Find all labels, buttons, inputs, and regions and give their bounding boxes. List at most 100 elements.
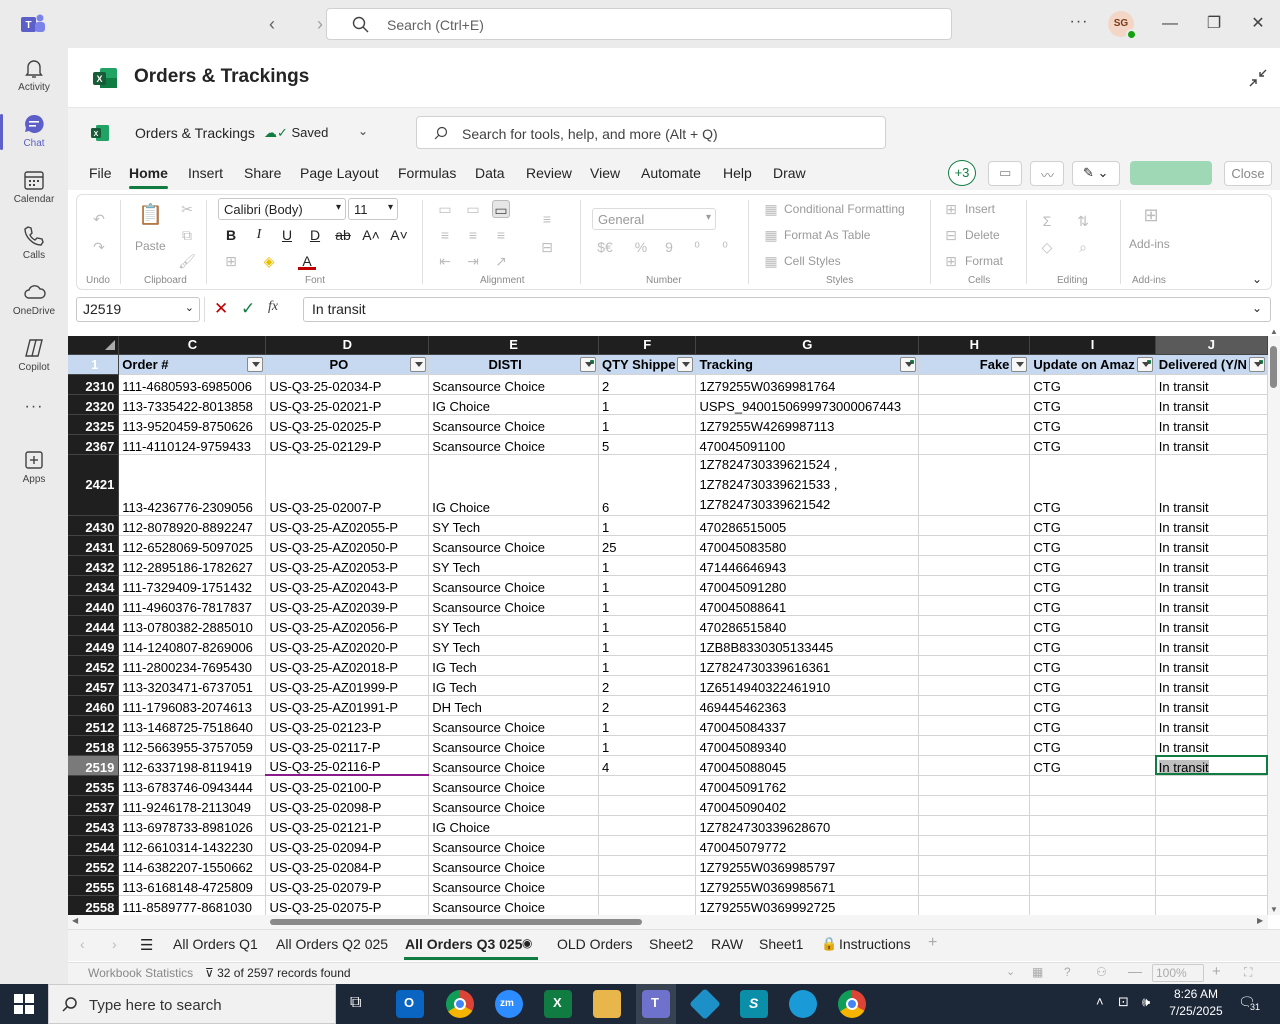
table-cell[interactable]: IG Choice [428, 815, 599, 836]
rail-item-apps[interactable]: Apps [0, 440, 68, 496]
filter-dropdown-icon[interactable] [677, 356, 694, 372]
table-cell[interactable]: Scansource Choice [428, 895, 599, 915]
sort-filter-icon[interactable]: ⇅ [1074, 212, 1092, 230]
selected-cell[interactable]: In transit [1155, 755, 1268, 776]
table-cell[interactable]: US-Q3-25-AZ02056-P [265, 615, 430, 636]
table-cell[interactable]: 111-7329409-1751432 [118, 575, 267, 596]
table-cell[interactable]: Scansource Choice [428, 595, 599, 616]
percent-icon[interactable]: % [632, 238, 650, 256]
coauthors-count[interactable]: +3 [948, 160, 976, 186]
chevron-up-icon[interactable]: ˄ [1096, 994, 1104, 1009]
table-cell[interactable] [1155, 815, 1268, 836]
redo-icon[interactable]: ↷ [90, 238, 108, 256]
table-cell[interactable] [918, 835, 1031, 856]
table-cell[interactable]: In transit [1155, 635, 1268, 656]
align-middle-icon[interactable]: ▭ [464, 200, 482, 218]
table-cell[interactable]: 113-6978733-8981026 [118, 815, 267, 836]
table-cell[interactable]: US-Q3-25-02094-P [265, 835, 430, 856]
table-cell[interactable]: DH Tech [428, 695, 599, 716]
decrease-decimal-icon[interactable]: ⁰ [716, 238, 734, 256]
table-cell[interactable]: 111-1796083-2074613 [118, 695, 267, 716]
table-cell[interactable]: 1 [598, 595, 697, 616]
edge-icon[interactable] [789, 990, 817, 1018]
table-cell[interactable]: 470045088045 [695, 755, 920, 776]
underline-icon[interactable]: U [278, 226, 296, 244]
row-header[interactable]: 2519 [68, 755, 120, 776]
table-cell[interactable] [598, 895, 697, 915]
table-cell[interactable]: US-Q3-25-02117-P [265, 735, 430, 756]
table-cell[interactable] [1155, 775, 1268, 796]
column-header[interactable]: F [598, 336, 697, 355]
table-cell[interactable]: In transit [1155, 715, 1268, 736]
table-cell[interactable]: 1Z79255W0369981764 [695, 374, 920, 395]
row-header[interactable]: 2430 [68, 515, 120, 536]
table-cell[interactable]: 111-9246178-2113049 [118, 795, 267, 816]
table-cell[interactable]: 470045090402 [695, 795, 920, 816]
volume-icon[interactable]: 🕪 [1142, 994, 1150, 1010]
table-cell[interactable]: CTG [1029, 535, 1156, 556]
horizontal-scroll-thumb[interactable] [270, 919, 642, 925]
table-cell[interactable]: 113-9520459-8750626 [118, 414, 267, 435]
table-cell[interactable]: 1 [598, 615, 697, 636]
row-header[interactable]: 2558 [68, 895, 120, 915]
cut-icon[interactable]: ✂ [178, 200, 196, 218]
table-cell[interactable] [1029, 815, 1156, 836]
table-cell[interactable]: US-Q3-25-02079-P [265, 875, 430, 896]
table-cell[interactable] [598, 815, 697, 836]
prev-sheet-icon[interactable]: ‹ [80, 936, 85, 952]
table-cell[interactable]: 112-8078920-8892247 [118, 515, 267, 536]
table-cell[interactable] [918, 434, 1031, 455]
row-header[interactable]: 2552 [68, 855, 120, 876]
table-cell[interactable] [918, 394, 1031, 415]
filter-active-icon[interactable] [580, 356, 596, 372]
table-cell[interactable]: CTG [1029, 414, 1156, 435]
excel-search-input[interactable]: Search for tools, help, and more (Alt + … [416, 116, 886, 149]
share-button[interactable] [1130, 161, 1212, 185]
row-header[interactable]: 2457 [68, 675, 120, 696]
bold-icon[interactable]: B [222, 226, 240, 244]
table-cell[interactable]: CTG [1029, 555, 1156, 576]
align-right-icon[interactable]: ≡ [492, 226, 510, 244]
column-header[interactable]: I [1029, 336, 1156, 355]
spreadsheet-grid[interactable]: C D E F G H I J 1 Order # PO DISTI QTY Shippe Trackin… [68, 336, 1268, 915]
table-cell[interactable]: SY Tech [428, 615, 599, 636]
table-cell[interactable]: 1 [598, 655, 697, 676]
table-cell[interactable] [918, 454, 1031, 516]
taskbar-clock[interactable]: 8:26 AM 7/25/2025 [1160, 986, 1232, 1020]
table-cell[interactable] [598, 855, 697, 876]
table-cell[interactable]: IG Choice [428, 394, 599, 415]
row-header[interactable]: 2325 [68, 414, 120, 435]
table-cell[interactable]: 113-7335422-8013858 [118, 394, 267, 415]
fill-color-icon[interactable]: ◈ [260, 252, 278, 270]
decrease-font-icon[interactable]: A˅ [390, 226, 408, 244]
zoom-app-icon[interactable]: zm [495, 990, 523, 1018]
double-underline-icon[interactable]: D [306, 226, 324, 244]
table-cell[interactable]: 1 [598, 575, 697, 596]
table-cell[interactable] [598, 795, 697, 816]
row-header[interactable]: 2444 [68, 615, 120, 636]
table-cell[interactable]: 1 [598, 735, 697, 756]
row-header[interactable]: 2518 [68, 735, 120, 756]
table-cell[interactable]: 111-8589777-8681030 [118, 895, 267, 915]
table-cell[interactable]: US-Q3-25-02034-P [265, 374, 430, 395]
table-cell[interactable]: 112-2895186-1782627 [118, 555, 267, 576]
tab-review[interactable]: Review [526, 165, 572, 181]
table-cell[interactable] [1029, 835, 1156, 856]
sheet-tab[interactable]: All Orders Q1 [173, 936, 258, 952]
table-cell[interactable]: CTG [1029, 394, 1156, 415]
table-cell[interactable] [918, 815, 1031, 836]
table-cell[interactable]: US-Q3-25-02123-P [265, 715, 430, 736]
network-icon[interactable]: ⊡ [1118, 994, 1129, 1010]
scroll-down-icon[interactable]: ▼ [1270, 905, 1278, 914]
table-cell[interactable]: 111-4960376-7817837 [118, 595, 267, 616]
table-cell[interactable]: 113-1468725-7518640 [118, 715, 267, 736]
table-cell[interactable] [1029, 875, 1156, 896]
table-cell[interactable] [918, 755, 1031, 776]
rail-item-calendar[interactable]: Calendar [0, 160, 68, 216]
user-avatar[interactable]: SG [1108, 11, 1137, 40]
table-cell[interactable]: US-Q3-25-AZ02020-P [265, 635, 430, 656]
table-cell[interactable]: 114-6382207-1550662 [118, 855, 267, 876]
filter-dropdown-icon[interactable] [410, 356, 427, 372]
table-cell[interactable]: Scansource Choice [428, 835, 599, 856]
formula-input[interactable]: In transit ⌄ [303, 297, 1271, 322]
